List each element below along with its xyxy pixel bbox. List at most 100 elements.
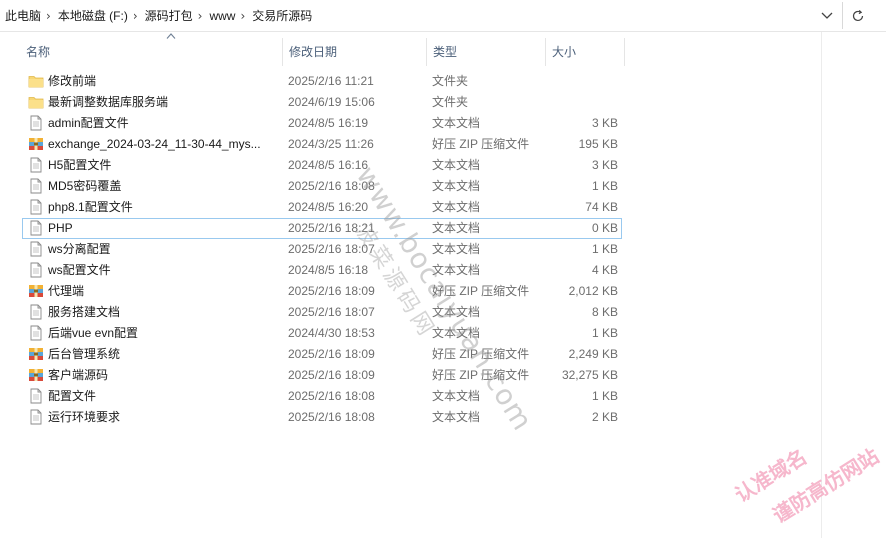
vertical-scroll-track[interactable] <box>821 32 822 538</box>
breadcrumb-separator-icon[interactable]: › <box>131 9 140 23</box>
refresh-button[interactable] <box>846 4 870 28</box>
breadcrumb-current-folder[interactable]: 交易所源码 <box>247 7 315 24</box>
text-file-icon <box>28 115 44 131</box>
file-name: MD5密码覆盖 <box>48 179 122 193</box>
file-name: H5配置文件 <box>48 158 112 172</box>
file-list: 修改前端 2025/2/16 11:21 文件夹 最新调整数据库服务端 2024/6/1… <box>22 71 622 428</box>
breadcrumb-drive-f[interactable]: 本地磁盘 (F:) <box>53 7 131 24</box>
file-size: 2,012 KB <box>568 284 618 298</box>
file-name: admin配置文件 <box>48 116 129 130</box>
file-size: 2,249 KB <box>568 347 618 361</box>
file-type: 文件夹 <box>432 95 469 109</box>
chevron-down-icon <box>821 12 833 19</box>
address-bar[interactable]: 此电脑 › 本地磁盘 (F:) › 源码打包 › www › 交易所源码 <box>0 0 886 32</box>
file-name: 后台管理系统 <box>48 347 121 361</box>
text-file-icon <box>28 304 44 320</box>
file-size: 195 KB <box>578 137 618 151</box>
text-file-icon <box>28 178 44 194</box>
file-modified-date: 2024/4/30 18:53 <box>288 326 375 340</box>
file-size: 1 KB <box>591 179 618 193</box>
file-size: 8 KB <box>591 305 618 319</box>
file-type: 好压 ZIP 压缩文件 <box>432 137 530 151</box>
text-file-icon <box>28 220 44 236</box>
column-header-type[interactable]: 类型 <box>427 38 545 66</box>
breadcrumb-separator-icon[interactable]: › <box>44 9 53 23</box>
folder-row[interactable]: 最新调整数据库服务端 2024/6/19 15:06 文件夹 <box>22 92 622 113</box>
file-type: 文本文档 <box>432 221 481 235</box>
file-row[interactable]: MD5密码覆盖 2025/2/16 18:08 文本文档 1 KB <box>22 176 622 197</box>
file-row[interactable]: php8.1配置文件 2024/8/5 16:20 文本文档 74 KB <box>22 197 622 218</box>
file-size: 1 KB <box>591 242 618 256</box>
folder-icon <box>28 94 44 110</box>
file-row[interactable]: ws分离配置 2025/2/16 18:07 文本文档 1 KB <box>22 239 622 260</box>
address-divider <box>842 2 843 29</box>
file-row[interactable]: admin配置文件 2024/8/5 16:19 文本文档 3 KB <box>22 113 622 134</box>
zip-archive-icon <box>28 367 44 383</box>
breadcrumb: 此电脑 › 本地磁盘 (F:) › 源码打包 › www › 交易所源码 <box>0 0 842 31</box>
address-history-dropdown-button[interactable] <box>816 5 838 27</box>
file-modified-date: 2024/8/5 16:19 <box>288 116 369 130</box>
zip-archive-icon <box>28 283 44 299</box>
file-modified-date: 2024/6/19 15:06 <box>288 95 375 109</box>
column-header-date[interactable]: 修改日期 <box>283 38 426 66</box>
file-row[interactable]: 后端vue evn配置 2024/4/30 18:53 文本文档 1 KB <box>22 323 622 344</box>
file-name: 代理端 <box>48 284 85 298</box>
file-size: 0 KB <box>591 221 618 235</box>
breadcrumb-separator-icon[interactable]: › <box>196 9 205 23</box>
text-file-icon <box>28 388 44 404</box>
file-modified-date: 2025/2/16 18:09 <box>288 284 375 298</box>
file-name: ws分离配置 <box>48 242 111 256</box>
file-modified-date: 2025/2/16 11:21 <box>288 74 374 88</box>
file-size: 3 KB <box>591 158 618 172</box>
file-row[interactable]: ws配置文件 2024/8/5 16:18 文本文档 4 KB <box>22 260 622 281</box>
file-name: 最新调整数据库服务端 <box>48 95 169 109</box>
file-row[interactable]: 后台管理系统 2025/2/16 18:09 好压 ZIP 压缩文件 2,249 KB <box>22 344 622 365</box>
breadcrumb-www[interactable]: www <box>204 9 238 23</box>
file-size <box>518 71 618 92</box>
column-header-size[interactable]: 大小 <box>546 38 624 66</box>
file-size <box>518 92 618 113</box>
file-type: 文本文档 <box>432 179 481 193</box>
file-name: PHP <box>48 221 73 235</box>
file-name: ws配置文件 <box>48 263 111 277</box>
folder-row[interactable]: 修改前端 2025/2/16 11:21 文件夹 <box>22 71 622 92</box>
breadcrumb-this-pc[interactable]: 此电脑 <box>0 7 44 24</box>
zip-archive-icon <box>28 346 44 362</box>
file-row[interactable]: exchange_2024-03-24_11-30-44_mys... 2024/… <box>22 134 622 155</box>
text-file-icon <box>28 199 44 215</box>
zip-archive-icon <box>28 136 44 152</box>
file-type: 文本文档 <box>432 158 481 172</box>
file-type: 文本文档 <box>432 116 481 130</box>
file-row[interactable]: H5配置文件 2024/8/5 16:16 文本文档 3 KB <box>22 155 622 176</box>
text-file-icon <box>28 409 44 425</box>
file-size: 3 KB <box>591 116 618 130</box>
file-type: 文本文档 <box>432 389 481 403</box>
file-size: 74 KB <box>585 200 618 214</box>
breadcrumb-source-pack[interactable]: 源码打包 <box>140 7 196 24</box>
file-modified-date: 2025/2/16 18:09 <box>288 347 375 361</box>
file-row[interactable]: 客户端源码 2025/2/16 18:09 好压 ZIP 压缩文件 32,275 KB <box>22 365 622 386</box>
text-file-icon <box>28 262 44 278</box>
refresh-icon <box>852 9 864 22</box>
file-name: 配置文件 <box>48 389 97 403</box>
folder-icon <box>28 73 44 89</box>
file-size: 1 KB <box>591 326 618 340</box>
file-name: 服务搭建文档 <box>48 305 121 319</box>
text-file-icon <box>28 157 44 173</box>
file-row[interactable]: 配置文件 2025/2/16 18:08 文本文档 1 KB <box>22 386 622 407</box>
file-name: 运行环境要求 <box>48 410 121 424</box>
file-row[interactable]: PHP 2025/2/16 18:21 文本文档 0 KB <box>22 218 622 239</box>
file-type: 文本文档 <box>432 200 481 214</box>
file-row[interactable]: 服务搭建文档 2025/2/16 18:07 文本文档 8 KB <box>22 302 622 323</box>
file-row[interactable]: 代理端 2025/2/16 18:09 好压 ZIP 压缩文件 2,012 KB <box>22 281 622 302</box>
file-modified-date: 2024/3/25 11:26 <box>288 137 374 151</box>
file-size: 4 KB <box>591 263 618 277</box>
file-size: 1 KB <box>591 389 618 403</box>
text-file-icon <box>28 325 44 341</box>
file-name: 修改前端 <box>48 74 97 88</box>
column-header-name[interactable]: 名称 <box>20 38 282 66</box>
column-divider[interactable] <box>624 38 625 66</box>
file-modified-date: 2024/8/5 16:18 <box>288 263 369 277</box>
file-name: 客户端源码 <box>48 368 109 382</box>
breadcrumb-separator-icon[interactable]: › <box>238 9 247 23</box>
